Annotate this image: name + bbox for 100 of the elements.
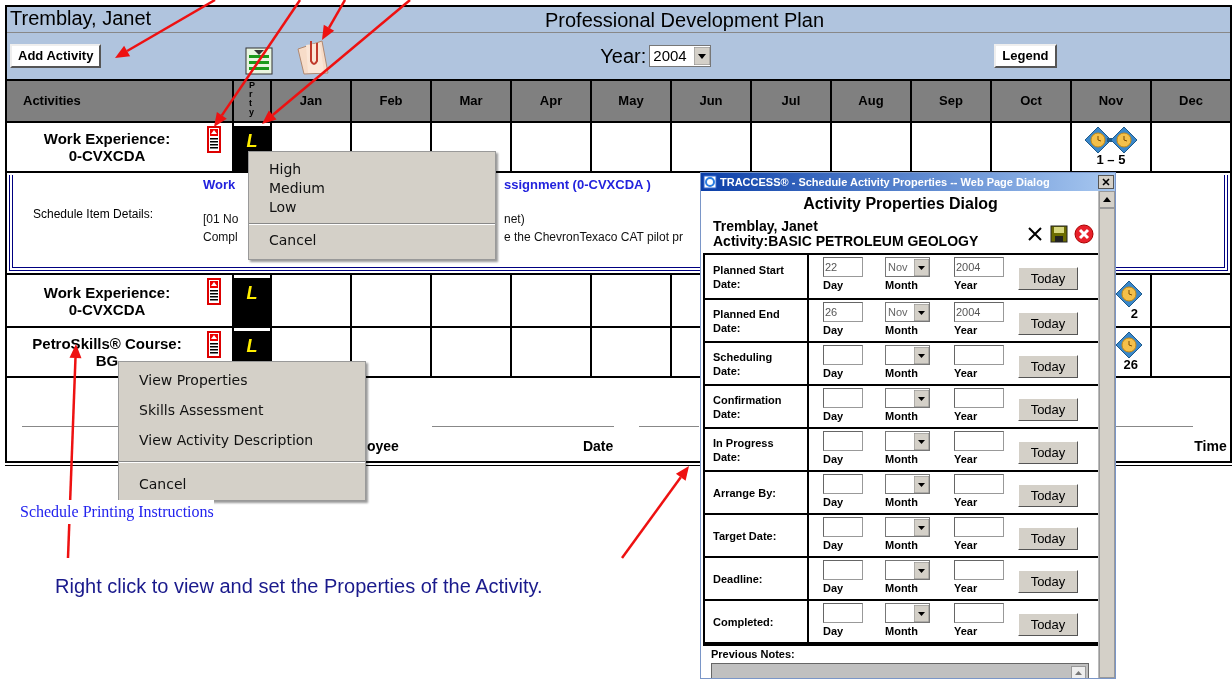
day-field[interactable] bbox=[823, 431, 863, 451]
field-caption: Day bbox=[823, 495, 845, 510]
details-link[interactable]: Work bbox=[203, 175, 240, 195]
legend-button[interactable]: Legend bbox=[994, 44, 1057, 68]
today-button[interactable]: Today bbox=[1018, 527, 1078, 550]
dialog-title: TRACCESS® - Schedule Activity Properties -- Web Page Dialog bbox=[720, 174, 1051, 190]
field-caption: Day bbox=[823, 624, 845, 639]
menu-item[interactable]: Skills Assessment bbox=[119, 395, 365, 425]
signature-label: oyee bbox=[367, 437, 399, 456]
dropdown-arrow-icon bbox=[914, 258, 929, 276]
activity-code[interactable]: 0-CVXCDA bbox=[68, 147, 146, 164]
field-caption: Day bbox=[823, 409, 845, 424]
scroll-up-icon bbox=[1103, 197, 1111, 202]
column-header: Oct bbox=[992, 81, 1070, 121]
today-button[interactable]: Today bbox=[1018, 267, 1078, 290]
details-text: [01 No bbox=[203, 211, 240, 228]
month-select[interactable] bbox=[885, 560, 930, 580]
year-field[interactable] bbox=[954, 431, 1004, 451]
year-field[interactable] bbox=[954, 517, 1004, 537]
month-select[interactable] bbox=[885, 345, 930, 365]
day-field[interactable] bbox=[823, 560, 863, 580]
field-caption: Month bbox=[885, 538, 919, 553]
activity-code[interactable]: 0-CVXCDA bbox=[68, 300, 146, 318]
menu-item[interactable]: Cancel bbox=[119, 469, 365, 499]
month-select[interactable]: Nov bbox=[885, 302, 930, 322]
column-header: Activities bbox=[7, 81, 232, 121]
signature-label: Date bbox=[582, 437, 614, 456]
schedule-range-icon bbox=[1085, 127, 1137, 153]
menu-item[interactable]: Low bbox=[249, 198, 495, 217]
today-button[interactable]: Today bbox=[1018, 613, 1078, 636]
date-label: Planned End Date: bbox=[713, 306, 781, 335]
year-field[interactable]: 2004 bbox=[954, 257, 1004, 277]
day-field[interactable] bbox=[823, 474, 863, 494]
field-caption: Month bbox=[885, 495, 919, 510]
month-select[interactable]: Nov bbox=[885, 257, 930, 277]
activity-name[interactable]: PetroSkills® Course: bbox=[32, 335, 182, 352]
day-field[interactable]: 26 bbox=[823, 302, 863, 322]
details-text: net) bbox=[504, 211, 525, 228]
year-field[interactable] bbox=[954, 560, 1004, 580]
today-button[interactable]: Today bbox=[1018, 484, 1078, 507]
details-label: Schedule Item Details: bbox=[33, 207, 154, 221]
dropdown-arrow-icon bbox=[914, 475, 929, 493]
year-field[interactable]: 2004 bbox=[954, 302, 1004, 322]
activity-code[interactable]: BG bbox=[95, 352, 119, 369]
page-title: Professional Development Plan bbox=[545, 9, 825, 30]
field-caption: Month bbox=[885, 323, 919, 338]
field-caption: Month bbox=[885, 278, 919, 293]
save-icon[interactable] bbox=[1050, 225, 1069, 243]
day-field[interactable] bbox=[823, 603, 863, 623]
dropdown-arrow-icon bbox=[914, 432, 929, 450]
year-select[interactable]: 2004 bbox=[649, 45, 712, 67]
menu-item[interactable]: Medium bbox=[249, 179, 495, 198]
column-header: Feb bbox=[352, 81, 430, 121]
today-button[interactable]: Today bbox=[1018, 398, 1078, 421]
month-select[interactable] bbox=[885, 474, 930, 494]
date-label: Scheduling Date: bbox=[713, 349, 774, 378]
date-label: Completed: bbox=[713, 614, 774, 629]
column-header: Jul bbox=[752, 81, 830, 121]
year-field[interactable] bbox=[954, 388, 1004, 408]
scrollbar[interactable] bbox=[1098, 191, 1115, 678]
field-caption: Year bbox=[954, 452, 979, 467]
activity-name[interactable]: Work Experience: bbox=[43, 130, 171, 147]
year-field[interactable] bbox=[954, 345, 1004, 365]
field-caption: Year bbox=[954, 409, 979, 424]
field-caption: Day bbox=[823, 538, 845, 553]
year-label: Year: bbox=[600, 44, 647, 69]
today-button[interactable]: Today bbox=[1018, 312, 1078, 335]
month-select[interactable] bbox=[885, 388, 930, 408]
close-icon[interactable] bbox=[1026, 225, 1045, 243]
activity-name[interactable]: Work Experience: bbox=[43, 283, 171, 301]
year-field[interactable] bbox=[954, 474, 1004, 494]
today-button[interactable]: Today bbox=[1018, 355, 1078, 378]
menu-item[interactable]: View Activity Description bbox=[119, 425, 365, 455]
details-link[interactable]: ssignment (0-CVXCDA ) bbox=[504, 175, 651, 195]
year-field[interactable] bbox=[954, 603, 1004, 623]
today-button[interactable]: Today bbox=[1018, 441, 1078, 464]
field-caption: Month bbox=[885, 624, 919, 639]
today-button[interactable]: Today bbox=[1018, 570, 1078, 593]
month-select[interactable] bbox=[885, 603, 930, 623]
date-range-label: 26 bbox=[1123, 358, 1138, 372]
month-select[interactable] bbox=[885, 517, 930, 537]
column-header: Jan bbox=[272, 81, 350, 121]
column-header: Dec bbox=[1152, 81, 1230, 121]
browser-icon bbox=[703, 175, 717, 189]
notes-label: Previous Notes: bbox=[711, 647, 796, 662]
schedule-marker-icon bbox=[1116, 280, 1142, 307]
cancel-icon[interactable] bbox=[1074, 224, 1095, 244]
day-field[interactable]: 22 bbox=[823, 257, 863, 277]
field-caption: Day bbox=[823, 452, 845, 467]
close-icon bbox=[1102, 178, 1110, 186]
day-field[interactable] bbox=[823, 517, 863, 537]
print-instructions-link[interactable]: Schedule Printing Instructions bbox=[20, 500, 214, 524]
menu-item[interactable]: Cancel bbox=[249, 231, 495, 250]
row-menu-icon bbox=[207, 331, 221, 358]
close-button[interactable] bbox=[1098, 175, 1114, 189]
add-activity-button[interactable]: Add Activity bbox=[10, 44, 102, 68]
day-field[interactable] bbox=[823, 345, 863, 365]
day-field[interactable] bbox=[823, 388, 863, 408]
month-select[interactable] bbox=[885, 431, 930, 451]
employee-name: Tremblay, Janet bbox=[713, 219, 819, 234]
